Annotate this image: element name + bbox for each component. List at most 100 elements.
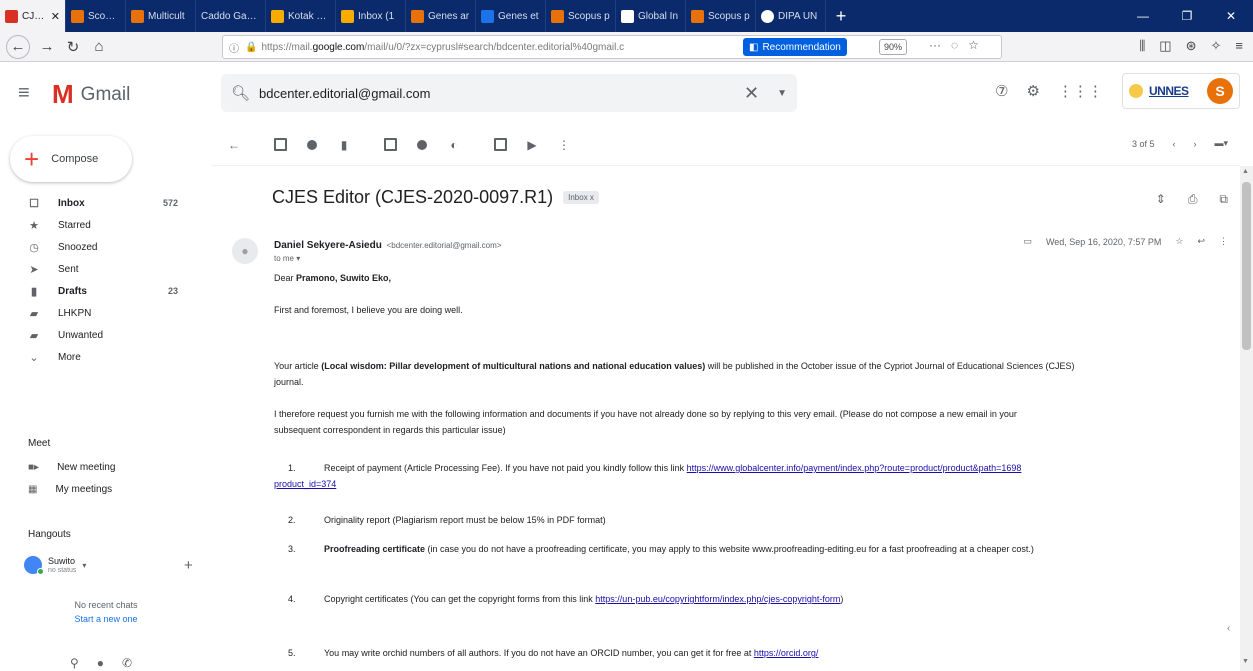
close-window-icon[interactable]: ✕	[1209, 0, 1253, 32]
main-menu-icon[interactable]: ≡	[18, 82, 30, 105]
apps-grid-icon[interactable]: ⋮⋮⋮	[1058, 82, 1103, 100]
add-to-tasks-icon[interactable]: ◐	[444, 135, 464, 155]
my-meetings-link[interactable]: ▦ My meetings	[28, 484, 112, 495]
search-input[interactable]: bdcenter.editorial@gmail.com	[259, 86, 744, 101]
side-panel-toggle-icon[interactable]: ‹	[1227, 623, 1230, 634]
account-avatar[interactable]: S	[1207, 78, 1233, 104]
browser-tab[interactable]: Inbox (1	[336, 0, 406, 32]
more-options-icon[interactable]: ⋮	[554, 135, 574, 155]
search-options-icon[interactable]: ▼	[777, 88, 787, 99]
previous-icon[interactable]: ‹	[1172, 139, 1175, 149]
tab-label: Inbox (1	[358, 10, 395, 22]
browser-tab[interactable]: Global In	[616, 0, 686, 32]
request-text-b: subsequent correspondent in regards this…	[274, 425, 506, 435]
my-meetings-label: My meetings	[55, 484, 113, 495]
more-message-options-icon[interactable]: ⋮	[1219, 236, 1228, 247]
payment-link-cont[interactable]: product_id=374	[274, 479, 336, 489]
browser-tab[interactable]: DIPA UN	[756, 0, 826, 32]
sidebar-item-more[interactable]: ⌄ More	[0, 346, 212, 368]
compose-button[interactable]: + Compose	[10, 136, 132, 182]
tab-label: Kotak Ma	[288, 10, 330, 22]
sidebar-item-unwanted[interactable]: ▰ Unwanted	[0, 324, 212, 346]
scroll-down-icon[interactable]: ▼	[1242, 658, 1249, 665]
sidebar-item-drafts[interactable]: ▮ Drafts 23	[0, 280, 212, 302]
add-hangout-button[interactable]: +	[184, 557, 193, 574]
maximize-icon[interactable]: ❐	[1165, 0, 1209, 32]
browser-tab[interactable]: Kotak Ma	[266, 0, 336, 32]
browser-tab[interactable]: Genes ar	[406, 0, 476, 32]
star-message-icon[interactable]: ☆	[1175, 236, 1183, 247]
settings-gear-icon[interactable]: ⚙	[1026, 82, 1039, 100]
tab-favicon-icon	[691, 9, 704, 23]
menu-icon[interactable]: ≡	[1235, 38, 1243, 54]
sidebar-toggle-icon[interactable]: ◫	[1159, 38, 1171, 54]
account-organization-badge[interactable]: UNNES S	[1122, 73, 1240, 109]
browser-tab[interactable]: Scopus p	[686, 0, 756, 32]
expand-all-icon[interactable]: ⇕	[1156, 192, 1166, 207]
support-icon[interactable]: ⑦	[995, 82, 1008, 100]
sidebar-item-starred[interactable]: ★ Starred	[0, 214, 212, 236]
clear-search-icon[interactable]: ✕	[744, 83, 759, 104]
orcid-link[interactable]: https://orcid.org/	[754, 648, 819, 658]
library-icon[interactable]: ⫼	[1139, 38, 1145, 54]
search-icon[interactable]: 🔍︎	[231, 84, 255, 102]
browser-tab[interactable]: Multicult	[126, 0, 196, 32]
print-icon[interactable]: ⎙	[1188, 192, 1198, 207]
pocket-icon[interactable]: ◌	[951, 38, 958, 52]
back-arrow-icon[interactable]: ←	[6, 34, 30, 59]
scroll-up-icon[interactable]: ▲	[1242, 168, 1249, 175]
info-icon[interactable]: ⓘ	[229, 40, 239, 55]
gmail-logo[interactable]: M Gmail	[52, 79, 130, 110]
sender-avatar[interactable]: ●	[232, 238, 258, 264]
vertical-scrollbar[interactable]: ▲ ▼	[1240, 166, 1253, 671]
new-meeting-link[interactable]: ■▸ New meeting	[28, 462, 115, 473]
minimize-icon[interactable]: —	[1121, 0, 1165, 32]
sidebar-item-sent[interactable]: ➤ Sent	[0, 258, 212, 280]
copyright-link[interactable]: https://un-pub.eu/copyrightform/index.ph…	[595, 594, 840, 604]
snooze-icon[interactable]	[412, 135, 432, 155]
sidebar-item-snoozed[interactable]: ◷ Snoozed	[0, 236, 212, 258]
zoom-level-badge[interactable]: 90%	[879, 39, 908, 55]
reload-icon[interactable]: ↻	[60, 34, 86, 60]
browser-tab[interactable]: Scopus p	[546, 0, 616, 32]
start-new-chat-link[interactable]: Start a new one	[0, 614, 212, 624]
extension-icon[interactable]: ⊛	[1186, 38, 1197, 54]
person-icon[interactable]: ⚲	[70, 656, 79, 670]
extensions-puzzle-icon[interactable]: ✧	[1211, 38, 1222, 54]
reply-icon[interactable]: ↩	[1197, 236, 1205, 247]
browser-tab-active[interactable]: CJES ✕	[0, 0, 66, 32]
chevron-down-icon[interactable]: ▾	[82, 561, 86, 570]
move-to-icon[interactable]	[490, 135, 510, 155]
labels-icon[interactable]: ▶	[522, 135, 542, 155]
sidebar-item-inbox[interactable]: ☐ Inbox 572	[0, 192, 212, 214]
back-to-search-icon[interactable]: ←	[224, 135, 244, 155]
input-tools-icon[interactable]: ▬▾	[1214, 138, 1228, 149]
recipient-dropdown[interactable]: to me ▾	[274, 254, 300, 263]
hangouts-user[interactable]: Suwito no status ▾	[24, 556, 86, 575]
scrollbar-thumb[interactable]	[1242, 182, 1251, 350]
delete-icon[interactable]: ▮	[334, 135, 354, 155]
open-new-window-icon[interactable]: ⧉	[1219, 192, 1228, 207]
archive-icon[interactable]	[270, 135, 290, 155]
forward-arrow-icon[interactable]: →	[34, 34, 60, 60]
sender-name[interactable]: Daniel Sekyere-Asiedu	[274, 240, 382, 251]
phone-icon[interactable]: ✆	[122, 656, 132, 670]
address-bar[interactable]: ⓘ 🔒 https://mail.google.com/mail/u/0/?zx…	[222, 35, 1002, 59]
payment-link[interactable]: https://www.globalcenter.info/payment/in…	[687, 463, 1022, 473]
chat-bubble-icon[interactable]: ●	[97, 656, 104, 670]
report-spam-icon[interactable]	[302, 135, 322, 155]
browser-tab[interactable]: Scopus p	[66, 0, 126, 32]
browser-tab[interactable]: Caddo Gap P	[196, 0, 266, 32]
bookmark-star-icon[interactable]: ☆	[968, 38, 979, 52]
recommendation-button[interactable]: ◧ Recommendation	[743, 38, 847, 56]
sidebar-item-lhkpn[interactable]: ▰ LHKPN	[0, 302, 212, 324]
browser-tab[interactable]: Genes et	[476, 0, 546, 32]
next-icon[interactable]: ›	[1193, 139, 1196, 149]
home-icon[interactable]: ⌂	[86, 34, 112, 60]
search-bar[interactable]: 🔍︎ bdcenter.editorial@gmail.com ✕ ▼	[221, 74, 797, 112]
mark-unread-icon[interactable]	[380, 135, 400, 155]
close-tab-icon[interactable]: ✕	[51, 10, 60, 23]
more-actions-icon[interactable]: ···	[929, 38, 941, 52]
inbox-label-chip[interactable]: Inbox x	[563, 191, 599, 204]
new-tab-button[interactable]: +	[826, 0, 856, 32]
